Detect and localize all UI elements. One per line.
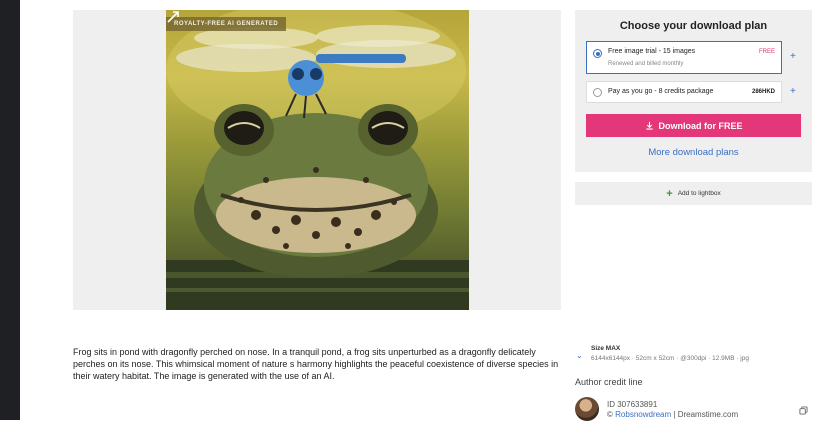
download-button-label: Download for FREE: [658, 120, 743, 131]
download-icon: [645, 121, 653, 130]
download-button[interactable]: Download for FREE: [586, 114, 801, 137]
frog-dragonfly-illustration: [166, 10, 469, 310]
image-preview-panel: ROYALTY-FREE AI GENERATED: [73, 10, 561, 310]
plus-icon[interactable]: +: [790, 51, 796, 62]
copyright-symbol: ©: [607, 410, 613, 419]
plan-option-label: Pay as you go - 8 credits package: [608, 88, 714, 95]
plan-option-price: FREE: [758, 49, 775, 55]
image-id: ID 307633891: [607, 400, 658, 409]
plan-radio-pay-as-you-go[interactable]: [593, 88, 602, 97]
author-credit-heading: Author credit line: [575, 377, 643, 387]
chevron-down-icon[interactable]: ⌄: [576, 351, 583, 360]
lightbox-label: Add to lightbox: [677, 190, 721, 197]
site-name: Dreamstime.com: [677, 410, 739, 419]
author-link[interactable]: Robsnowdream: [615, 410, 671, 419]
size-title: Size MAX: [591, 345, 621, 352]
plan-option-sublabel: Renewed and billed monthly: [608, 61, 684, 67]
image-description: Frog sits in pond with dragonfly perched…: [73, 347, 559, 381]
plus-icon[interactable]: +: [790, 86, 796, 97]
avatar[interactable]: [575, 397, 599, 421]
size-detail: 6144x6144px · 52cm x 52cm · @300dpi · 12…: [591, 355, 749, 362]
download-plan-panel: Choose your download plan Free image tri…: [575, 10, 812, 172]
add-to-lightbox-button[interactable]: + Add to lightbox: [575, 182, 812, 205]
plus-icon: +: [666, 187, 673, 200]
plan-option-free-trial[interactable]: Free image trial - 15 images Renewed and…: [586, 41, 782, 74]
plan-title: Choose your download plan: [619, 20, 768, 32]
left-sidebar-strip: [0, 0, 20, 420]
zoom-icon[interactable]: [166, 10, 180, 24]
plan-option-label: Free image trial - 15 images: [608, 48, 696, 55]
author-credit-line: © Robsnowdream | Dreamstime.com: [607, 410, 738, 419]
plan-option-price: 286HKD: [751, 89, 775, 95]
copy-icon[interactable]: [799, 406, 808, 415]
stock-photo[interactable]: ROYALTY-FREE AI GENERATED: [166, 10, 469, 310]
plan-radio-free-trial[interactable]: [593, 49, 602, 58]
more-download-plans-link[interactable]: More download plans: [575, 147, 812, 158]
plan-option-pay-as-you-go[interactable]: Pay as you go - 8 credits package 286HKD: [586, 81, 782, 103]
royalty-free-badge: ROYALTY-FREE AI GENERATED: [166, 17, 287, 31]
